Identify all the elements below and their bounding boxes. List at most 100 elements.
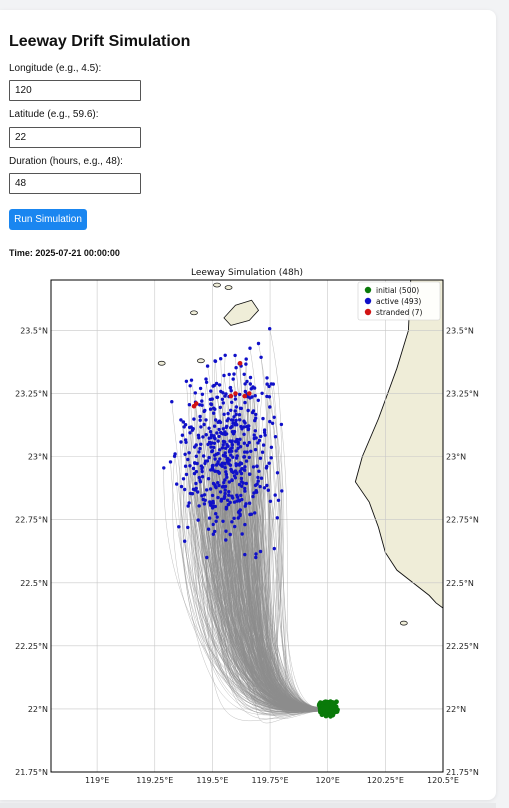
active-particle — [209, 402, 214, 407]
chart-legend: initial (500) active (493) stranded (7) — [357, 281, 441, 321]
active-particle — [268, 405, 272, 409]
active-particle — [243, 522, 247, 527]
active-particle — [226, 456, 230, 461]
y-tick-label-left: 23.25°N — [15, 390, 48, 399]
active-particle — [204, 377, 208, 381]
active-particle — [220, 397, 225, 401]
duration-label: Duration (hours, e.g., 48): — [9, 156, 123, 167]
active-particle — [237, 413, 242, 417]
active-particle — [248, 375, 253, 380]
active-particle — [240, 467, 244, 471]
active-particle — [234, 366, 238, 370]
active-particle — [208, 487, 213, 491]
active-particle — [251, 465, 256, 469]
active-particle — [253, 429, 257, 433]
active-particle — [272, 546, 276, 551]
active-particle — [242, 372, 246, 376]
y-tick-label-right: 23°N — [446, 453, 466, 462]
active-particle — [240, 497, 244, 502]
active-particle — [223, 491, 227, 496]
active-particle — [213, 484, 218, 489]
active-particle — [243, 465, 247, 469]
active-particle — [258, 549, 263, 554]
active-particle — [232, 415, 236, 419]
active-particle — [219, 431, 224, 435]
active-particle — [259, 476, 264, 480]
active-particle — [230, 446, 234, 450]
active-particle — [216, 439, 220, 443]
y-tick-label-left: 22°N — [28, 705, 48, 714]
active-particle — [247, 424, 251, 428]
y-tick-label-left: 22.5°N — [20, 579, 48, 588]
y-tick-label-left: 22.75°N — [15, 516, 48, 525]
active-particle — [265, 464, 269, 469]
active-particle — [212, 424, 217, 428]
active-particle — [229, 426, 233, 430]
active-particle — [244, 362, 248, 366]
active-particle — [194, 481, 198, 486]
active-particle — [225, 419, 229, 423]
active-particle — [243, 400, 247, 405]
active-particle — [268, 327, 272, 331]
latitude-input[interactable] — [9, 127, 141, 148]
small-island — [224, 285, 233, 290]
active-particle — [268, 419, 272, 424]
active-particle — [248, 512, 252, 517]
active-particle — [254, 552, 258, 556]
active-particle — [231, 421, 235, 425]
active-particle — [231, 455, 235, 459]
active-particle — [200, 399, 204, 403]
active-particle — [239, 493, 243, 498]
active-particle — [194, 443, 198, 447]
active-particle — [194, 454, 198, 458]
stranded-particle — [194, 401, 199, 406]
active-particle — [196, 433, 201, 437]
active-particle — [206, 527, 211, 531]
x-tick-label: 119.75°E — [252, 776, 289, 785]
active-particle — [211, 532, 215, 536]
active-particle — [234, 405, 239, 409]
active-particle — [240, 427, 244, 431]
longitude-input[interactable] — [9, 80, 141, 101]
legend-label-initial: initial (500) — [376, 286, 419, 295]
active-particle — [212, 441, 217, 445]
small-island — [399, 620, 408, 626]
active-particle — [234, 456, 239, 460]
active-particle — [279, 422, 284, 427]
active-particle — [216, 420, 220, 424]
active-particle — [203, 498, 207, 502]
y-tick-label-left: 22.25°N — [15, 642, 48, 651]
active-particle — [261, 443, 266, 447]
active-particle — [243, 552, 247, 557]
active-particle — [246, 427, 250, 432]
active-particle — [212, 411, 216, 415]
legend-label-active: active (493) — [376, 297, 421, 306]
active-particle — [228, 385, 233, 390]
active-particle — [280, 489, 284, 493]
y-tick-label-left: 21.75°N — [15, 768, 48, 777]
initial-particle — [335, 707, 340, 713]
active-particle — [240, 484, 244, 488]
active-particle — [213, 359, 217, 363]
stranded-particle — [247, 391, 252, 396]
active-particle — [267, 395, 272, 399]
small-island — [190, 310, 198, 316]
active-particle — [256, 398, 260, 402]
run-simulation-button[interactable]: Run Simulation — [9, 209, 87, 230]
x-tick-label: 120°E — [316, 776, 340, 785]
active-particle — [197, 450, 201, 454]
active-particle — [238, 461, 243, 465]
active-particle — [242, 432, 246, 436]
active-particle — [216, 460, 220, 464]
active-particle — [196, 490, 200, 494]
active-particle — [183, 539, 187, 543]
active-particle — [224, 392, 228, 396]
active-particle — [224, 446, 228, 450]
active-particle — [198, 418, 202, 422]
active-particle — [243, 382, 247, 386]
active-particle — [273, 493, 277, 497]
duration-input[interactable] — [9, 173, 141, 194]
active-particle — [188, 384, 192, 388]
x-tick-label: 119.25°E — [136, 776, 173, 785]
active-particle — [230, 443, 235, 447]
